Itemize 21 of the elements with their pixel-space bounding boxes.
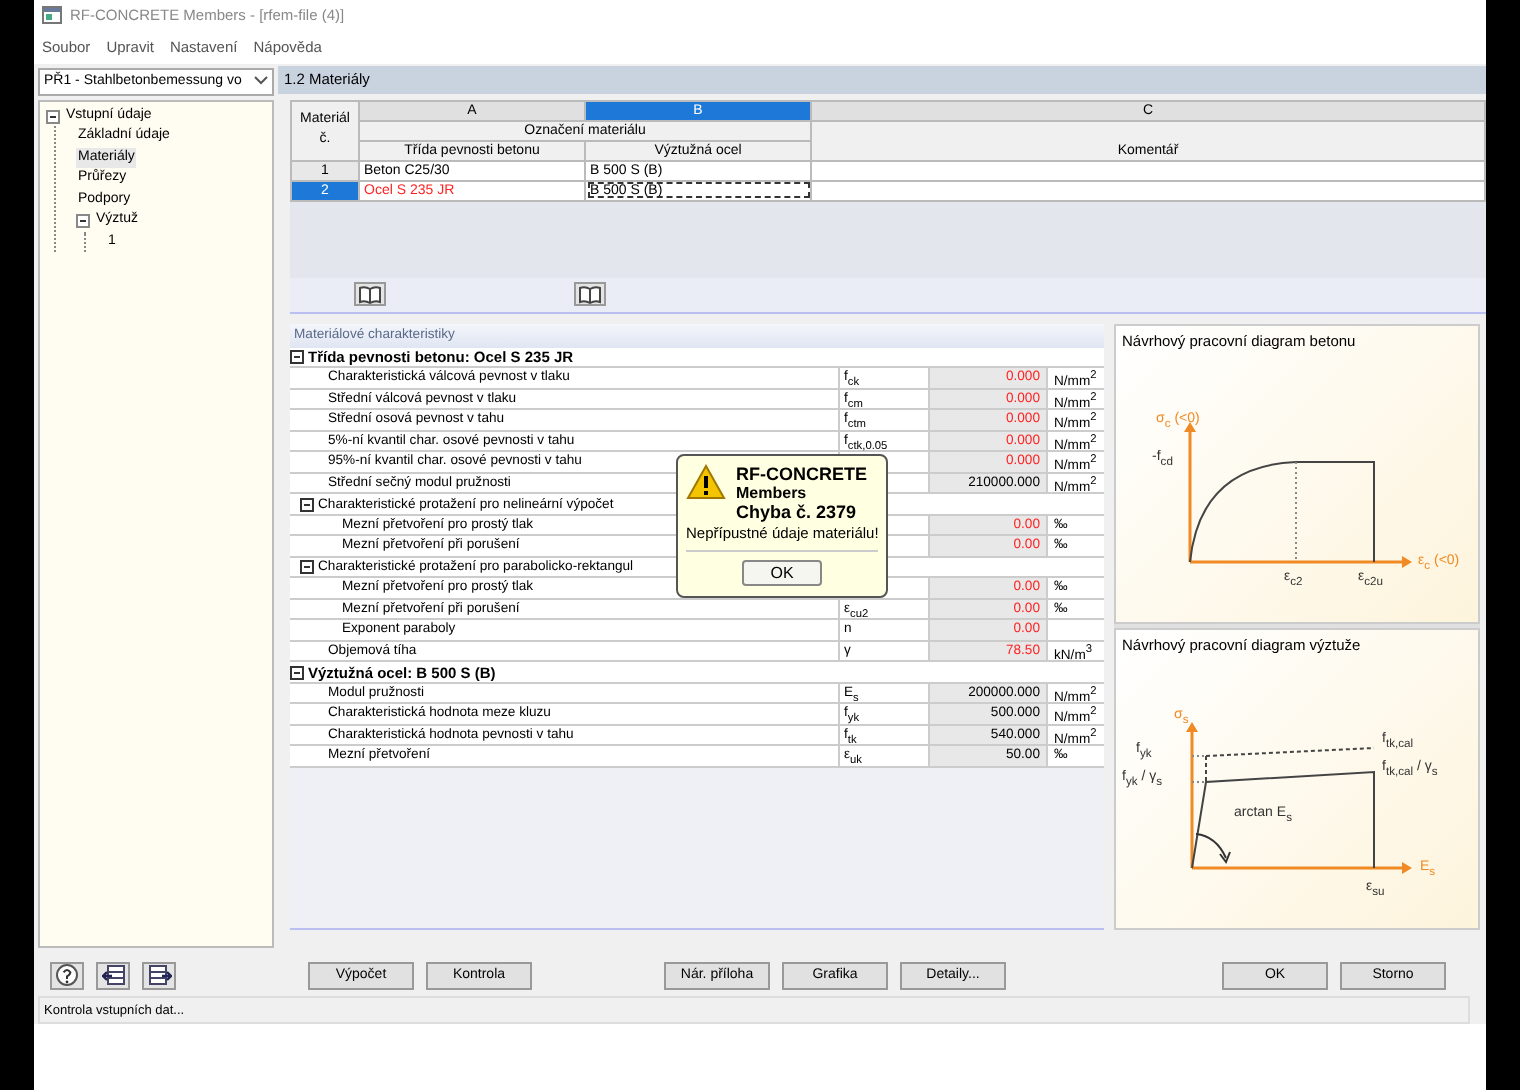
- collapse-icon[interactable]: [46, 109, 60, 124]
- ok-button[interactable]: OK: [742, 559, 822, 586]
- error-code: Chyba č. 2379: [736, 501, 859, 522]
- caret-icon: [254, 76, 268, 87]
- collapse-icon[interactable]: [290, 665, 304, 680]
- collapse-icon[interactable]: [76, 214, 90, 229]
- toolbar-button[interactable]: [142, 961, 176, 990]
- app-icon: [42, 6, 62, 25]
- help-button[interactable]: [50, 961, 84, 990]
- collapse-icon[interactable]: [300, 560, 314, 575]
- library-button[interactable]: [354, 282, 386, 307]
- toolbar-button[interactable]: [96, 961, 130, 990]
- collapse-icon[interactable]: [300, 497, 314, 512]
- book-icon: [358, 283, 382, 306]
- dialog-title: RF-CONCRETE: [736, 463, 867, 484]
- help-icon: [56, 964, 78, 987]
- warning-icon: [686, 463, 726, 500]
- dialog-subtitle: Members: [736, 483, 809, 502]
- collapse-icon[interactable]: [290, 350, 304, 365]
- library-button[interactable]: [574, 282, 606, 307]
- book-icon: [578, 283, 602, 306]
